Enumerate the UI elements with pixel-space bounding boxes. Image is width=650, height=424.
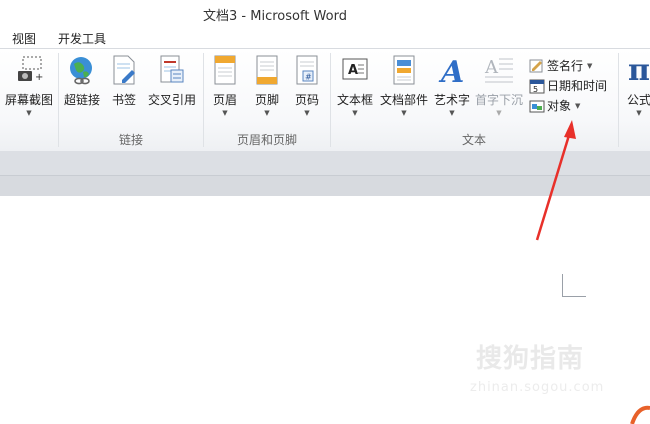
quick-parts-icon bbox=[387, 53, 421, 87]
footer-label: 页脚 bbox=[254, 93, 279, 107]
wordart-button[interactable]: A 艺术字 ▼ bbox=[432, 53, 472, 117]
tab-view[interactable]: 视图 bbox=[12, 30, 36, 47]
equation-label: 公式 bbox=[626, 93, 650, 107]
textbox-button[interactable]: A 文本框 ▼ bbox=[335, 53, 375, 117]
object-icon bbox=[529, 100, 545, 112]
cross-reference-icon bbox=[155, 53, 189, 87]
bookmark-label: 书签 bbox=[111, 93, 136, 107]
ribbon-tabs: 视图 开发工具 bbox=[0, 26, 650, 48]
signature-line-button[interactable]: 签名行 ▼ bbox=[529, 57, 592, 74]
wordart-icon: A bbox=[435, 53, 469, 87]
svg-text:+: + bbox=[35, 72, 43, 83]
header-label: 页眉 bbox=[212, 93, 237, 107]
dropdown-arrow-icon: ▼ bbox=[222, 109, 228, 117]
crossref-label: 交叉引用 bbox=[147, 93, 196, 107]
footer-icon bbox=[250, 53, 284, 87]
dropdown-arrow-icon: ▼ bbox=[636, 109, 642, 117]
svg-text:#: # bbox=[305, 73, 312, 82]
page-number-label: 页码 bbox=[294, 93, 319, 107]
globe-link-icon bbox=[65, 53, 99, 87]
dropcap-label: 首字下沉 bbox=[474, 93, 523, 107]
watermark-url: zhinan.sogou.com bbox=[470, 380, 605, 395]
watermark: 搜狗指南 bbox=[476, 344, 585, 374]
margin-marker bbox=[562, 296, 586, 297]
group-label-header-footer: 页眉和页脚 bbox=[236, 133, 297, 147]
header-button[interactable]: 页眉 ▼ bbox=[208, 53, 242, 117]
hyperlink-label: 超链接 bbox=[63, 93, 100, 107]
ribbon: + 屏幕截图 ▼ 超链接 书签 交叉引用 链接 页眉 ▼ 页脚 ▼ # 页码 ▼… bbox=[0, 48, 650, 152]
quickparts-label: 文档部件 bbox=[379, 93, 428, 107]
screenshot-button[interactable]: + 屏幕截图 ▼ bbox=[2, 53, 56, 117]
header-icon bbox=[208, 53, 242, 87]
dropdown-arrow-icon: ▼ bbox=[587, 61, 593, 70]
dropdown-arrow-icon: ▼ bbox=[352, 109, 358, 117]
crossref-button[interactable]: 交叉引用 bbox=[146, 53, 198, 108]
ruler bbox=[0, 176, 650, 196]
dropdown-arrow-icon: ▼ bbox=[449, 109, 455, 117]
dropdown-arrow-icon: ▼ bbox=[401, 109, 407, 117]
page-number-button[interactable]: # 页码 ▼ bbox=[290, 53, 324, 117]
object-label: 对象 bbox=[547, 99, 572, 113]
calendar-icon: 5 bbox=[529, 79, 545, 94]
bookmark-icon bbox=[107, 53, 141, 87]
group-divider bbox=[203, 53, 204, 147]
group-label-links: 链接 bbox=[118, 133, 143, 147]
ruler-bar bbox=[0, 151, 650, 176]
bookmark-button[interactable]: 书签 bbox=[106, 53, 142, 108]
group-label-text: 文本 bbox=[461, 133, 486, 147]
dropdown-arrow-icon: ▼ bbox=[264, 109, 270, 117]
dropdown-arrow-icon: ▼ bbox=[496, 109, 502, 117]
svg-text:A: A bbox=[348, 63, 358, 78]
textbox-icon: A bbox=[338, 53, 372, 87]
tab-developer[interactable]: 开发工具 bbox=[58, 30, 106, 47]
page-number-icon: # bbox=[290, 53, 324, 87]
dropcap-button[interactable]: A 首字下沉 ▼ bbox=[474, 53, 524, 117]
footer-button[interactable]: 页脚 ▼ bbox=[250, 53, 284, 117]
dropdown-arrow-icon: ▼ bbox=[304, 109, 310, 117]
dropdown-arrow-icon: ▼ bbox=[26, 109, 32, 117]
hyperlink-button[interactable]: 超链接 bbox=[62, 53, 102, 108]
group-divider bbox=[330, 53, 331, 147]
svg-text:A: A bbox=[438, 55, 464, 86]
signature-line-label: 签名行 bbox=[547, 59, 584, 73]
group-divider bbox=[618, 53, 619, 147]
equation-button[interactable]: π 公式 ▼ bbox=[622, 52, 650, 118]
title-bar: 文档3 - Microsoft Word bbox=[0, 0, 650, 26]
signature-icon bbox=[529, 59, 543, 72]
svg-text:5: 5 bbox=[533, 85, 538, 94]
dropdown-arrow-icon: ▼ bbox=[575, 101, 581, 110]
object-button[interactable]: 对象 ▼ bbox=[529, 97, 580, 114]
pi-icon: π bbox=[628, 52, 650, 88]
textbox-label: 文本框 bbox=[336, 93, 373, 107]
group-divider bbox=[58, 53, 59, 147]
drop-cap-icon: A bbox=[482, 53, 516, 87]
screenshot-label: 屏幕截图 bbox=[4, 93, 53, 107]
screenshot-icon: + bbox=[12, 53, 46, 87]
margin-marker bbox=[562, 274, 563, 297]
window-title: 文档3 - Microsoft Word bbox=[203, 9, 347, 24]
datetime-label: 日期和时间 bbox=[547, 79, 608, 93]
wordart-label: 艺术字 bbox=[433, 93, 470, 107]
datetime-button[interactable]: 5 日期和时间 bbox=[529, 77, 607, 94]
quickparts-button[interactable]: 文档部件 ▼ bbox=[378, 53, 430, 117]
svg-text:A: A bbox=[484, 57, 499, 78]
